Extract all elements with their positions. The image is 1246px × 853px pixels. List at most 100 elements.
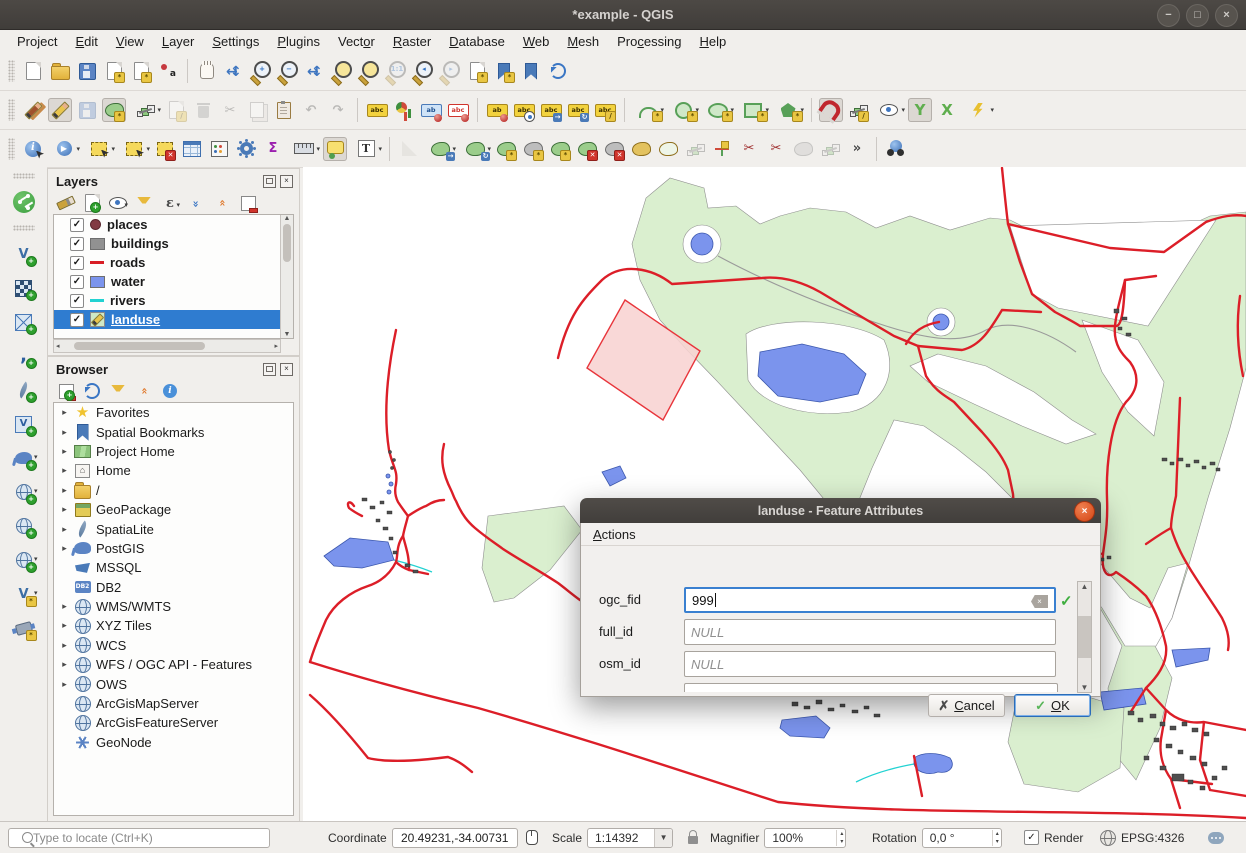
- delete-ring-icon[interactable]: ✕: [575, 137, 599, 161]
- redo-icon[interactable]: ↷: [326, 98, 350, 122]
- menu-raster[interactable]: Raster: [384, 32, 440, 51]
- copy-features-icon[interactable]: [245, 98, 269, 122]
- expand-arrow-icon[interactable]: ▸: [60, 601, 69, 612]
- digitize-circle-icon[interactable]: *▾: [667, 98, 699, 122]
- layer-item-buildings[interactable]: ✓buildings: [54, 234, 293, 253]
- open-layer-styling-icon[interactable]: [56, 193, 76, 213]
- dialog-titlebar[interactable]: landuse - Feature Attributes ×: [580, 498, 1101, 523]
- locate-search[interactable]: Type to locate (Ctrl+K): [8, 822, 270, 853]
- layer-checkbox[interactable]: ✓: [70, 313, 84, 327]
- current-edits-icon[interactable]: [21, 98, 45, 122]
- processing-toolbox-icon[interactable]: [234, 137, 258, 161]
- manage-map-themes-icon[interactable]: ▾: [108, 193, 128, 213]
- measure-icon[interactable]: ▾: [288, 137, 320, 161]
- expand-arrow-icon[interactable]: ▸: [60, 679, 69, 690]
- actions-menu[interactable]: Actions: [593, 527, 636, 542]
- enable-snapping-icon[interactable]: [819, 98, 843, 122]
- layer-labeling-icon[interactable]: abc: [365, 98, 389, 122]
- browser-item--[interactable]: ▸/: [54, 481, 293, 500]
- open-attribute-table-icon[interactable]: [180, 137, 204, 161]
- menu-view[interactable]: View: [107, 32, 153, 51]
- minimize-icon[interactable]: −: [1157, 4, 1180, 27]
- snap-on-intersection-icon[interactable]: X: [935, 98, 959, 122]
- add-wcs-layer-icon[interactable]: +: [10, 513, 38, 539]
- layer-checkbox[interactable]: ✓: [70, 218, 84, 232]
- layer-checkbox[interactable]: ✓: [70, 294, 84, 308]
- delete-selected-icon[interactable]: [191, 98, 215, 122]
- zoom-native-icon[interactable]: 1:1: [384, 59, 408, 83]
- properties-icon[interactable]: i: [160, 381, 180, 401]
- add-selected-layers-icon[interactable]: +: [56, 381, 76, 401]
- add-postgis-layer-icon[interactable]: +▾: [10, 445, 38, 471]
- new-vector-layer-icon[interactable]: V*▾: [10, 581, 38, 607]
- expand-arrow-icon[interactable]: ▸: [60, 543, 69, 554]
- locate-input[interactable]: Type to locate (Ctrl+K): [8, 828, 270, 848]
- browser-item-spatialite[interactable]: ▸SpatiaLite: [54, 519, 293, 538]
- cut-features-icon[interactable]: ✂: [218, 98, 242, 122]
- maximize-icon[interactable]: □: [1186, 4, 1209, 27]
- new-project-icon[interactable]: [21, 59, 45, 83]
- menu-settings[interactable]: Settings: [203, 32, 268, 51]
- show-hide-labels-icon[interactable]: abc: [512, 98, 536, 122]
- layer-diagram-icon[interactable]: [392, 98, 416, 122]
- close-panel-icon[interactable]: ×: [280, 175, 293, 188]
- filter-expression-icon[interactable]: ε▾: [160, 193, 180, 213]
- modify-attributes-icon[interactable]: /: [164, 98, 188, 122]
- split-parts-icon[interactable]: ✂: [737, 137, 761, 161]
- zoom-out-icon[interactable]: −: [276, 59, 300, 83]
- add-polygon-feature-icon[interactable]: *: [102, 98, 126, 122]
- pan-to-selection-icon[interactable]: [222, 59, 246, 83]
- coordinate-input[interactable]: 20.49231,-34.00731: [392, 828, 518, 848]
- dialog-scrollbar[interactable]: ▲▼: [1077, 581, 1092, 693]
- menu-mesh[interactable]: Mesh: [558, 32, 608, 51]
- split-features-icon[interactable]: [710, 137, 734, 161]
- statistics-icon[interactable]: Σ: [261, 137, 285, 161]
- reshape-features-icon[interactable]: [683, 137, 707, 161]
- zoom-to-selection-icon[interactable]: [330, 59, 354, 83]
- browser-item-home[interactable]: ▸⌂Home: [54, 461, 293, 480]
- ok-button[interactable]: ✓OK: [1014, 694, 1091, 717]
- move-label-icon[interactable]: abc→: [539, 98, 563, 122]
- expand-all-icon[interactable]: »: [186, 193, 206, 213]
- digitize-circular-string-icon[interactable]: *▾: [632, 98, 664, 122]
- browser-item-postgis[interactable]: ▸PostGIS: [54, 539, 293, 558]
- show-layout-manager-icon[interactable]: *: [129, 59, 153, 83]
- layer-item-places[interactable]: ✓places: [54, 215, 293, 234]
- filter-browser-icon[interactable]: [108, 381, 128, 401]
- add-mesh-layer-icon[interactable]: +: [10, 309, 38, 335]
- pin-labels-icon[interactable]: ab: [419, 98, 443, 122]
- rotate-label-icon[interactable]: abc↻: [566, 98, 590, 122]
- new-map-view-icon[interactable]: *: [465, 59, 489, 83]
- new-spatial-bookmark-icon[interactable]: *: [492, 59, 516, 83]
- browser-item-ows[interactable]: ▸OWS: [54, 674, 293, 693]
- zoom-next-icon[interactable]: ▸: [438, 59, 462, 83]
- change-label-icon[interactable]: abc/: [593, 98, 617, 122]
- remove-layer-icon[interactable]: [238, 193, 258, 213]
- float-panel-icon[interactable]: [263, 175, 276, 188]
- browser-item-geonode[interactable]: GeoNode: [54, 733, 293, 752]
- vertex-tool-icon[interactable]: ▾: [129, 98, 161, 122]
- layer-checkbox[interactable]: ✓: [70, 237, 84, 251]
- map-tips-icon[interactable]: [323, 137, 347, 161]
- lock-scale-icon[interactable]: [684, 829, 702, 847]
- new-print-layout-icon[interactable]: *: [102, 59, 126, 83]
- osm_id-input[interactable]: NULL: [684, 651, 1056, 677]
- expand-arrow-icon[interactable]: ▸: [60, 427, 69, 438]
- browser-item-db2[interactable]: DB2DB2: [54, 578, 293, 597]
- rotation-spin[interactable]: 0,0 °▴▾: [922, 828, 1002, 848]
- gps-tools-icon[interactable]: *: [10, 615, 38, 641]
- field-calculator-icon[interactable]: [207, 137, 231, 161]
- close-icon[interactable]: ×: [1215, 4, 1238, 27]
- add-wfs-layer-icon[interactable]: +▾: [10, 547, 38, 573]
- browser-item-mssql[interactable]: MSSQL: [54, 558, 293, 577]
- zoom-in-icon[interactable]: +: [249, 59, 273, 83]
- add-wms-layer-icon[interactable]: +▾: [10, 479, 38, 505]
- menu-processing[interactable]: Processing: [608, 32, 690, 51]
- digitize-ellipse-icon[interactable]: *▾: [702, 98, 734, 122]
- merge-attributes-icon[interactable]: [791, 137, 815, 161]
- offset-curve-icon[interactable]: [656, 137, 680, 161]
- data-source-manager-icon[interactable]: [10, 189, 38, 215]
- add-spatialite-layer-icon[interactable]: +: [10, 377, 38, 403]
- layer-item-water[interactable]: ✓water: [54, 272, 293, 291]
- layer-checkbox[interactable]: ✓: [70, 256, 84, 270]
